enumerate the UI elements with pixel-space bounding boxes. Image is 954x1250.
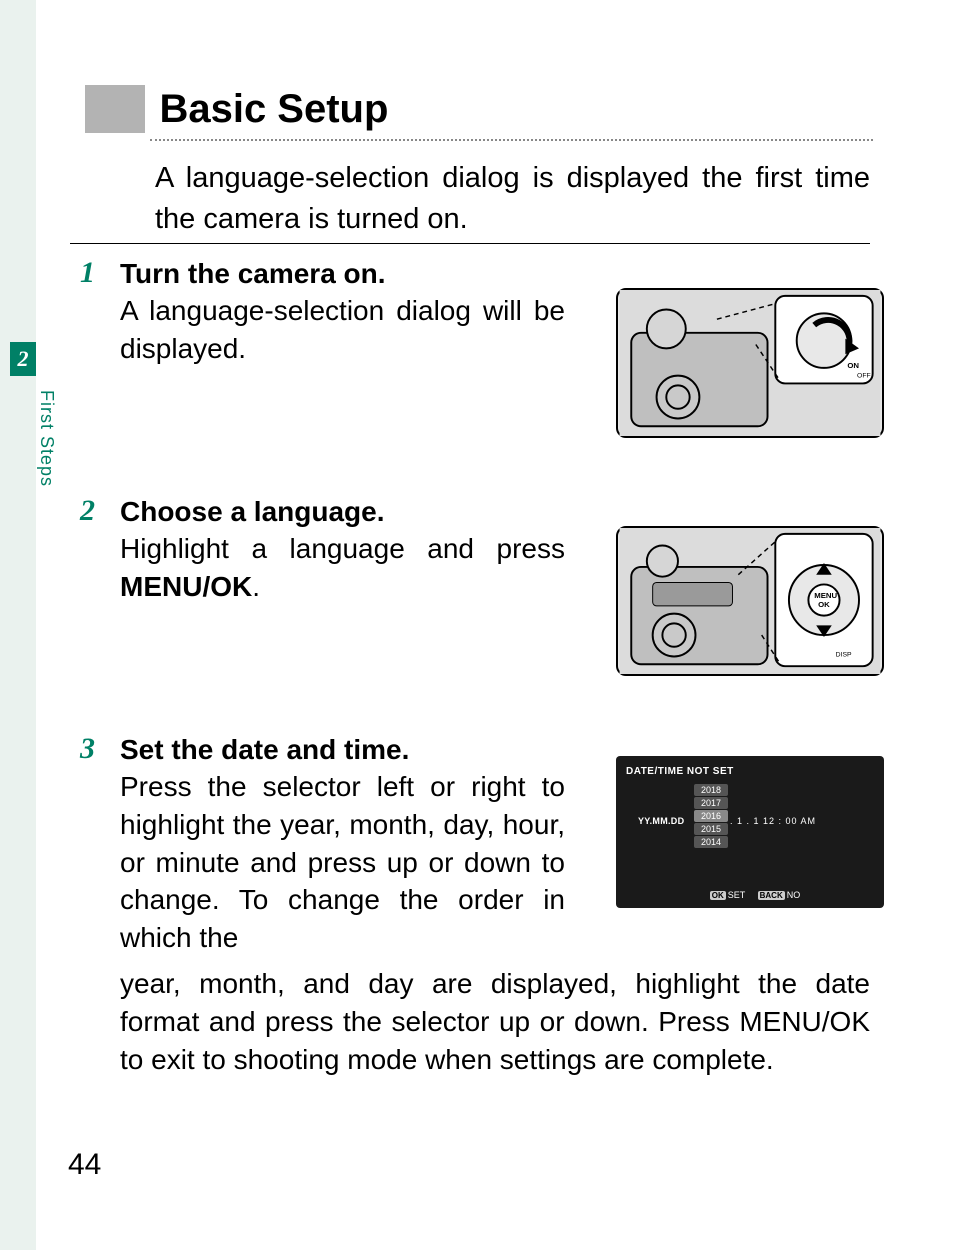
dt-footer: OKSET BACKNO: [616, 890, 884, 900]
step-title: Choose a language.: [120, 496, 565, 528]
chapter-label: First Steps: [36, 390, 57, 487]
dt-no-label: NO: [787, 890, 801, 900]
section-header: Basic Setup: [85, 85, 884, 141]
dt-year-option: 2014: [694, 836, 728, 848]
step-content: Turn the camera on. A language-selection…: [120, 258, 565, 368]
step-number: 3: [80, 732, 95, 766]
dt-year-list: 2018 2017 2016 2015 2014: [694, 784, 728, 849]
step-title: Set the date and time.: [120, 734, 565, 766]
section-divider-dotted: [150, 139, 873, 141]
step-2: 2 Choose a language. Highlight a languag…: [80, 496, 884, 696]
step-body-col: Press the selector left or right to high…: [120, 768, 565, 957]
step-content: Choose a language. Highlight a language …: [120, 496, 565, 606]
steps-list: 1 Turn the camera on. A language-selecti…: [80, 258, 884, 1116]
camera-selector-illustration: MENU OK DISP: [616, 526, 884, 676]
menu-ok-label: MENU/OK: [120, 571, 252, 602]
step-body-pre: Highlight a language and press: [120, 533, 565, 564]
ok-btn-icon: OK: [710, 891, 726, 900]
step-body: A language-selection dialog will be disp…: [120, 292, 565, 368]
step-number: 1: [80, 256, 95, 290]
step-body: Highlight a language and press MENU/OK.: [120, 530, 565, 606]
dt-year-option: 2017: [694, 797, 728, 809]
menu-ok-label: MENU/OK: [739, 1006, 870, 1037]
step-body-post: .: [252, 571, 260, 602]
off-label-icon: OFF: [857, 373, 871, 380]
dt-year-option-selected: 2016: [694, 810, 728, 822]
back-btn-icon: BACK: [758, 891, 785, 900]
step-3: 3 Set the date and time. Press the selec…: [80, 734, 884, 1078]
step-body-full-post: to exit to shooting mode when settings a…: [120, 1044, 774, 1075]
step-content: Set the date and time. Press the selecto…: [120, 734, 565, 957]
page: 2 First Steps Basic Setup A language-sel…: [0, 0, 954, 1250]
sidebar-strip: [0, 0, 36, 1250]
ok-label-icon: OK: [818, 600, 830, 609]
dt-date-row: . 1 . 1 12 : 00 AM: [730, 816, 816, 826]
step-title: Turn the camera on.: [120, 258, 565, 290]
dt-set-label: SET: [728, 890, 745, 900]
camera-power-icon: ON OFF: [618, 290, 882, 436]
dt-year-option: 2015: [694, 823, 728, 835]
disp-label-icon: DISP: [836, 651, 852, 658]
step-body-full: year, month, and day are displayed, high…: [120, 965, 870, 1078]
step-number: 2: [80, 494, 95, 528]
dt-format-label: YY.MM.DD: [638, 816, 684, 826]
chapter-number-tab: 2: [10, 342, 36, 376]
datetime-screen-illustration: DATE/TIME NOT SET 2018 2017 2016 2015 20…: [616, 756, 884, 908]
menu-label-icon: MENU: [814, 591, 837, 600]
camera-selector-icon: MENU OK DISP: [618, 528, 882, 674]
section-intro: A language-selection dialog is displayed…: [155, 158, 870, 239]
section-title: Basic Setup: [159, 87, 388, 132]
horizontal-rule: [70, 243, 870, 244]
dt-year-option: 2018: [694, 784, 728, 796]
on-label-icon: ON: [847, 361, 859, 370]
section-marker-icon: [85, 85, 145, 133]
camera-power-illustration: ON OFF: [616, 288, 884, 438]
dt-screen-title: DATE/TIME NOT SET: [626, 766, 874, 777]
page-number: 44: [68, 1148, 101, 1182]
step-1: 1 Turn the camera on. A language-selecti…: [80, 258, 884, 458]
